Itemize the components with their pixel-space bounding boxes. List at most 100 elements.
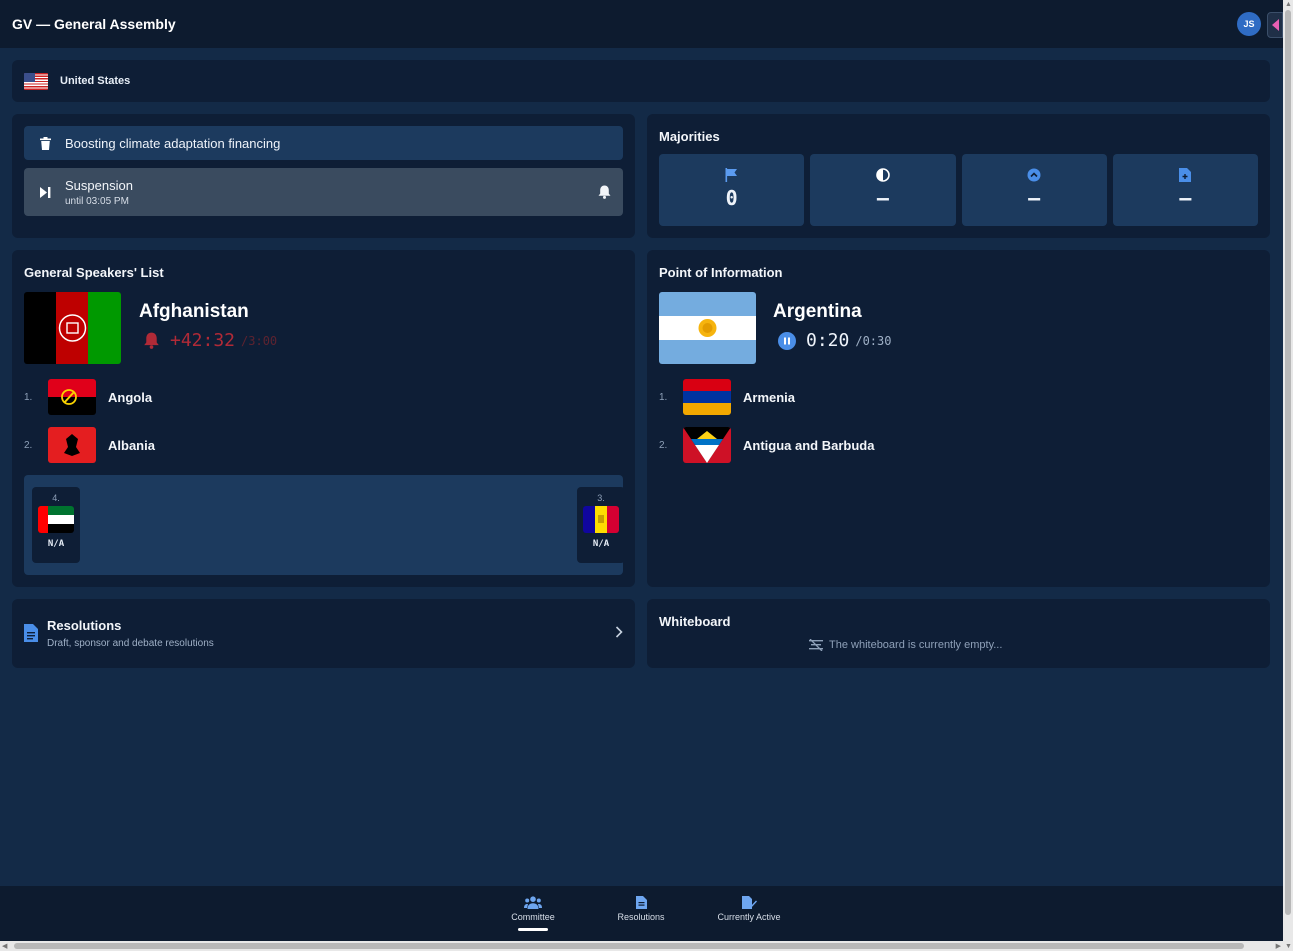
poi-title: Point of Information bbox=[659, 265, 783, 280]
flag-icon-angola bbox=[48, 379, 96, 415]
speaker-time: +42:32 bbox=[170, 330, 236, 351]
majority-simple: 0 bbox=[659, 154, 805, 226]
nav-resolutions-label: Resolutions bbox=[617, 912, 665, 922]
bench-number: 3. bbox=[597, 493, 605, 503]
vertical-scroll-thumb[interactable] bbox=[1285, 10, 1291, 915]
bench-value: N/A bbox=[592, 539, 610, 549]
page-title: GV — General Assembly bbox=[12, 16, 176, 32]
bench-card[interactable]: 4. N/A bbox=[32, 487, 80, 563]
side-panel-toggle[interactable] bbox=[1267, 12, 1283, 38]
queue-country: Antigua and Barbuda bbox=[743, 437, 875, 453]
nav-committee-label: Committee bbox=[511, 912, 555, 922]
flag-icon-andorra bbox=[583, 506, 619, 533]
nav-currently-active-label: Currently Active bbox=[717, 912, 781, 922]
chevron-right-icon bbox=[615, 626, 623, 638]
flag-icon-antigua-and-barbuda bbox=[683, 427, 731, 463]
session-status[interactable]: Suspension until 03:05 PM bbox=[24, 168, 623, 216]
skip-forward-icon bbox=[40, 186, 51, 198]
scroll-right-icon[interactable]: ▶ bbox=[1276, 942, 1281, 950]
avatar[interactable]: JS bbox=[1237, 12, 1261, 36]
speaker-timer: +42:32 /3:00 bbox=[143, 330, 277, 351]
resolutions-card[interactable]: Resolutions Draft, sponsor and debate re… bbox=[12, 599, 635, 668]
scroll-up-icon[interactable]: ▲ bbox=[1285, 1, 1292, 8]
majority-qualified-value: – bbox=[1028, 186, 1041, 210]
majorities-panel: Majorities 0 – – – bbox=[647, 114, 1270, 238]
majority-resolution-value: – bbox=[1179, 186, 1192, 210]
delegation-name: United States bbox=[60, 75, 131, 87]
bench-number: 4. bbox=[52, 493, 60, 503]
agenda-topic-label: Boosting climate adaptation financing bbox=[65, 135, 281, 151]
list-item[interactable]: 1. Angola bbox=[24, 379, 152, 415]
vertical-scrollbar[interactable]: ▲ ▼ bbox=[1283, 0, 1293, 951]
majority-simple-value: 0 bbox=[725, 186, 738, 210]
flag-icon-united-arab-emirates bbox=[38, 506, 74, 533]
document-icon bbox=[24, 624, 38, 642]
document-edit-icon bbox=[741, 896, 757, 909]
horizontal-scrollbar[interactable]: ◀ ▶ bbox=[0, 941, 1283, 951]
flag-icon bbox=[725, 168, 738, 182]
users-icon bbox=[524, 896, 542, 909]
bell-icon[interactable] bbox=[598, 185, 611, 199]
bench-value: N/A bbox=[47, 539, 65, 549]
queue-country: Albania bbox=[108, 437, 155, 453]
active-indicator bbox=[518, 928, 548, 931]
flag-icon-armenia bbox=[683, 379, 731, 415]
majority-resolution: – bbox=[1112, 154, 1258, 226]
agenda-topic[interactable]: Boosting climate adaptation financing bbox=[24, 126, 623, 160]
flag-icon-albania bbox=[48, 427, 96, 463]
current-speaker-name: Afghanistan bbox=[139, 301, 249, 322]
pause-icon[interactable] bbox=[778, 331, 796, 350]
list-item[interactable]: 2. Antigua and Barbuda bbox=[659, 427, 874, 463]
agenda-panel: Boosting climate adaptation financing Su… bbox=[12, 114, 635, 238]
queue-number: 2. bbox=[24, 439, 33, 451]
scroll-left-icon[interactable]: ◀ bbox=[2, 942, 7, 950]
queue-number: 1. bbox=[659, 391, 668, 403]
queue-number: 2. bbox=[659, 439, 668, 451]
whiteboard-panel: Whiteboard The whiteboard is currently e… bbox=[647, 599, 1270, 668]
session-status-detail: until 03:05 PM bbox=[65, 195, 129, 207]
poi-time: 0:20 bbox=[806, 330, 850, 351]
flag-icon-united-states bbox=[24, 72, 48, 90]
nav-committee[interactable]: Committee bbox=[493, 896, 573, 931]
list-item[interactable]: 1. Armenia bbox=[659, 379, 795, 415]
majorities-title: Majorities bbox=[659, 129, 720, 144]
flag-icon-argentina bbox=[659, 292, 756, 364]
chevron-up-circle-icon bbox=[1027, 168, 1041, 182]
poi-time-total: /0:30 bbox=[855, 333, 892, 348]
resolutions-subtitle: Draft, sponsor and debate resolutions bbox=[47, 638, 214, 649]
whiteboard-title: Whiteboard bbox=[659, 614, 731, 629]
bottom-nav: Committee Resolutions Currently Active bbox=[0, 886, 1283, 941]
queue-country: Angola bbox=[108, 389, 153, 405]
speaker-bench: 4. N/A 3. N/A bbox=[24, 475, 625, 575]
resolutions-title: Resolutions bbox=[47, 618, 122, 633]
flag-icon-afghanistan bbox=[24, 292, 121, 364]
text-off-icon bbox=[809, 639, 823, 651]
caret-left-icon bbox=[1271, 19, 1279, 31]
poi-panel: Point of Information Argentina 0:20 /0:3… bbox=[647, 250, 1270, 587]
document-plus-icon bbox=[1179, 168, 1192, 182]
majority-qualified: – bbox=[961, 154, 1107, 226]
majority-half: – bbox=[810, 154, 956, 226]
nav-resolutions[interactable]: Resolutions bbox=[601, 896, 681, 922]
poi-timer: 0:20 /0:30 bbox=[778, 330, 891, 351]
whiteboard-empty-text: The whiteboard is currently empty... bbox=[829, 639, 1003, 651]
list-item[interactable]: 2. Albania bbox=[24, 427, 155, 463]
trash-icon bbox=[40, 136, 51, 150]
session-status-label: Suspension bbox=[65, 177, 133, 193]
horizontal-scroll-thumb[interactable] bbox=[14, 943, 1244, 949]
queue-country: Armenia bbox=[743, 389, 796, 405]
speakers-list-panel: General Speakers' List Afghanistan +42:3… bbox=[12, 250, 635, 587]
speakers-list-title: General Speakers' List bbox=[24, 265, 164, 280]
bell-icon[interactable] bbox=[143, 332, 160, 349]
document-icon bbox=[635, 896, 647, 909]
speaker-time-total: /3:00 bbox=[241, 333, 278, 348]
queue-number: 1. bbox=[24, 391, 33, 403]
majority-half-value: – bbox=[876, 186, 889, 210]
delegation-bar: United States bbox=[12, 60, 1270, 102]
nav-currently-active[interactable]: Currently Active bbox=[709, 896, 789, 922]
current-poi-name: Argentina bbox=[773, 301, 862, 322]
half-circle-icon bbox=[876, 168, 890, 182]
bench-card[interactable]: 3. N/A bbox=[577, 487, 625, 563]
top-bar: GV — General Assembly JS bbox=[0, 0, 1283, 48]
scroll-down-icon[interactable]: ▼ bbox=[1285, 943, 1292, 950]
